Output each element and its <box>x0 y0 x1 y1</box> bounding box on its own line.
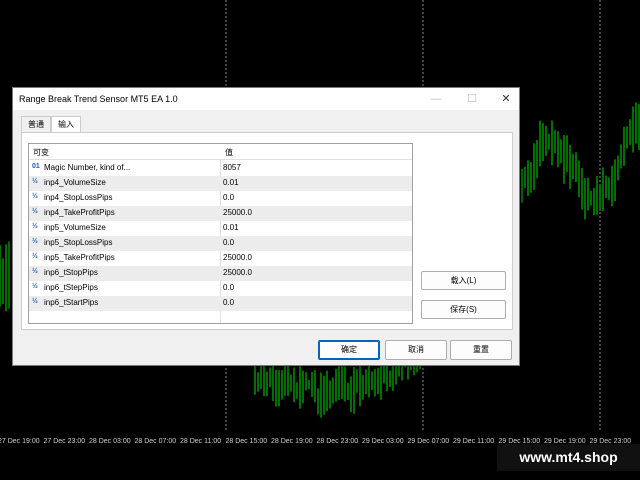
save-button[interactable]: 保存(S) <box>421 300 506 319</box>
title-bar: Range Break Trend Sensor MT5 EA 1.0 — ☐ … <box>13 88 519 110</box>
param-type-icon: ½ <box>32 178 38 185</box>
param-value[interactable]: 8057 <box>223 163 241 172</box>
close-icon[interactable]: ✕ <box>495 91 517 107</box>
table-row[interactable]: ½ inp6_tStopPips 25000.0 <box>29 266 412 281</box>
param-name: inp4_VolumeSize <box>44 178 106 187</box>
table-row[interactable]: ½ inp4_TakeProfitPips 25000.0 <box>29 206 412 221</box>
param-value[interactable]: 0.0 <box>223 238 234 247</box>
param-value[interactable]: 25000.0 <box>223 208 252 217</box>
param-name: inp4_StopLossPips <box>44 193 113 202</box>
table-row[interactable]: ½ inp6_tStepPips 0.0 <box>29 281 412 296</box>
param-type-icon: ½ <box>32 193 38 200</box>
time-tick-label: 28 Dec 11:00 <box>180 438 222 445</box>
grid-header: 可变 值 <box>29 144 412 160</box>
param-name: inp5_StopLossPips <box>44 238 113 247</box>
param-type-icon: ½ <box>32 208 38 215</box>
table-row[interactable]: ½ inp5_StopLossPips 0.0 <box>29 236 412 251</box>
table-row[interactable]: ½ inp5_VolumeSize 0.01 <box>29 221 412 236</box>
reset-button[interactable]: 重置 <box>450 340 512 360</box>
load-button[interactable]: 载入(L) <box>421 271 506 290</box>
dialog-title: Range Break Trend Sensor MT5 EA 1.0 <box>19 94 178 104</box>
inputs-grid: 可变 值 01 Magic Number, kind of... 8057 ½ inp4… <box>28 143 413 324</box>
param-name: Magic Number, kind of... <box>44 163 131 172</box>
param-name: inp4_TakeProfitPips <box>44 208 115 217</box>
header-variable[interactable]: 可变 <box>33 147 49 158</box>
watermark: www.mt4.shop <box>497 444 640 471</box>
ok-button[interactable]: 确定 <box>318 340 380 360</box>
param-type-icon: ½ <box>32 253 38 260</box>
time-tick-label: 28 Dec 19:00 <box>271 438 313 445</box>
param-type-icon: ½ <box>32 298 38 305</box>
minimize-icon: — <box>430 93 442 105</box>
time-tick-label: 29 Dec 11:00 <box>453 438 495 445</box>
time-tick-label: 27 Dec 19:00 <box>0 438 40 445</box>
table-row[interactable]: ½ inp4_StopLossPips 0.0 <box>29 191 412 206</box>
param-name: inp5_VolumeSize <box>44 223 106 232</box>
time-tick-label: 28 Dec 23:00 <box>316 438 359 445</box>
cancel-button[interactable]: 取消 <box>385 340 447 360</box>
param-name: inp6_tStopPips <box>44 268 98 277</box>
time-tick-label: 28 Dec 03:00 <box>89 438 131 445</box>
param-value[interactable]: 0.0 <box>223 298 234 307</box>
param-value[interactable]: 0.01 <box>223 223 239 232</box>
param-value[interactable]: 0.01 <box>223 178 239 187</box>
param-type-icon: ½ <box>32 238 38 245</box>
time-tick-label: 28 Dec 15:00 <box>225 438 268 445</box>
param-type-icon: ½ <box>32 268 38 275</box>
time-tick-label: 29 Dec 07:00 <box>407 438 450 445</box>
time-tick-label: 28 Dec 07:00 <box>134 438 177 445</box>
table-row[interactable]: 01 Magic Number, kind of... 8057 <box>29 161 412 176</box>
param-type-icon: 01 <box>32 163 40 170</box>
tab-common[interactable]: 普通 <box>21 116 51 132</box>
maximize-icon: ☐ <box>467 93 477 105</box>
param-type-icon: ½ <box>32 223 38 230</box>
param-name: inp5_TakeProfitPips <box>44 253 115 262</box>
table-row[interactable]: ½ inp4_VolumeSize 0.01 <box>29 176 412 191</box>
param-value[interactable]: 25000.0 <box>223 253 252 262</box>
tab-inputs[interactable]: 输入 <box>51 116 81 133</box>
table-row[interactable]: ½ inp6_tStartPips 0.0 <box>29 296 412 311</box>
param-value[interactable]: 25000.0 <box>223 268 252 277</box>
time-tick-label: 29 Dec 03:00 <box>362 438 404 445</box>
ea-properties-dialog: Range Break Trend Sensor MT5 EA 1.0 — ☐ … <box>12 87 520 366</box>
param-name: inp6_tStartPips <box>44 298 99 307</box>
param-value[interactable]: 0.0 <box>223 193 234 202</box>
param-type-icon: ½ <box>32 283 38 290</box>
time-tick-label: 27 Dec 23:00 <box>43 438 86 445</box>
param-value[interactable]: 0.0 <box>223 283 234 292</box>
param-name: inp6_tStepPips <box>44 283 98 292</box>
header-value[interactable]: 值 <box>225 147 233 158</box>
table-row[interactable]: ½ inp5_TakeProfitPips 25000.0 <box>29 251 412 266</box>
